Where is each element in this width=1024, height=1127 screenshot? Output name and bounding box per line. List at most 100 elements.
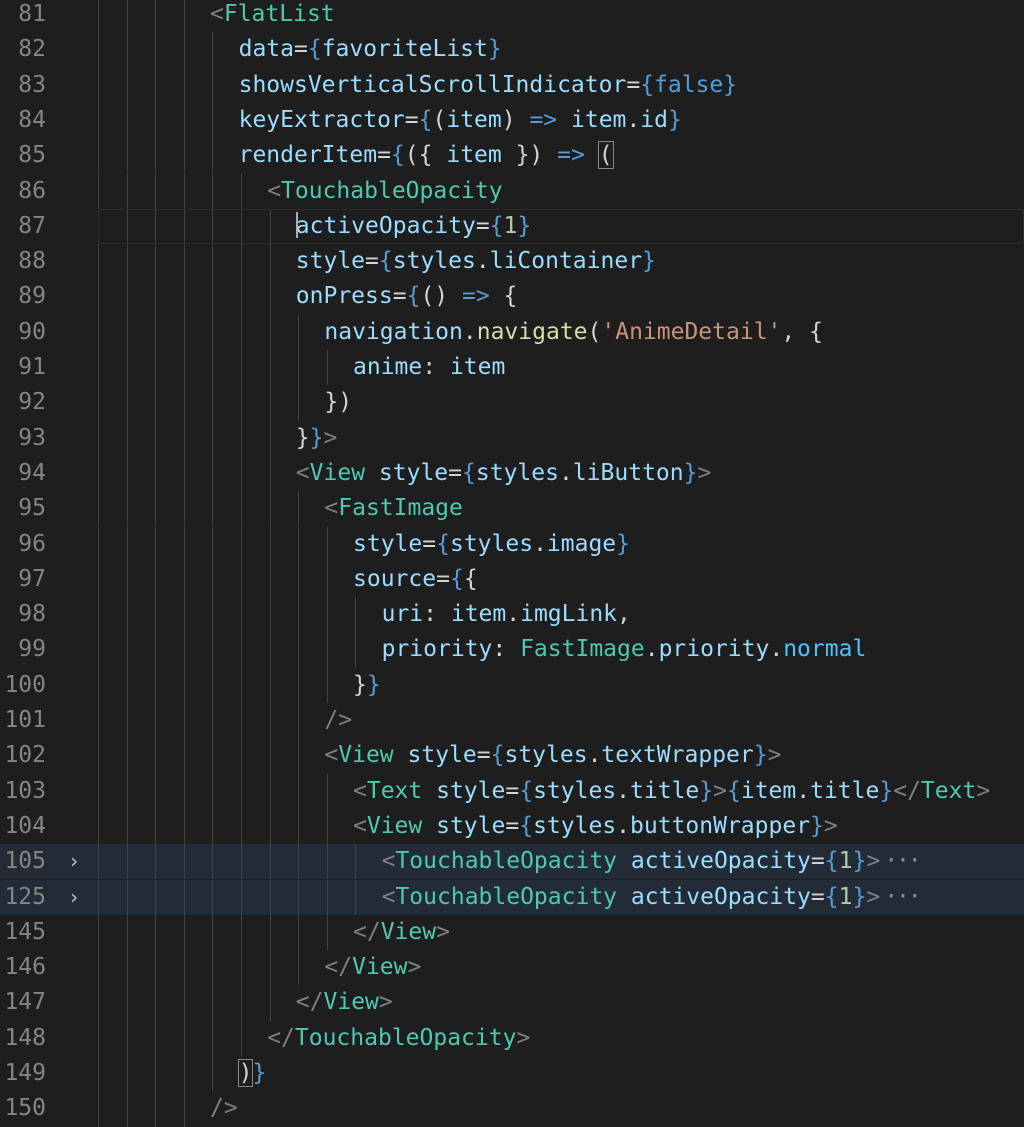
code-token: = — [626, 71, 641, 98]
code-line[interactable]: 150 /> — [0, 1091, 1024, 1127]
code-text: onPress={() => { — [296, 279, 518, 314]
code-text: <FlatList — [210, 0, 335, 32]
indent-guide — [126, 1056, 128, 1092]
code-line[interactable]: 91 anime: item — [0, 350, 1024, 386]
line-number: 92 — [18, 389, 46, 416]
indent-guide — [126, 173, 128, 209]
code-line[interactable]: 102 <View style={styles.textWrapper}> — [0, 738, 1024, 774]
code-line[interactable]: 147 </View> — [0, 985, 1024, 1021]
indent-guide — [98, 950, 99, 986]
code-line[interactable]: 85 renderItem={({ item }) => ( — [0, 138, 1024, 174]
code-text: <View style={styles.buttonWrapper}> — [353, 809, 838, 844]
code-token: { — [307, 36, 322, 63]
indent-guide — [212, 491, 214, 527]
code-line[interactable]: 99 priority: FastImage.priority.normal — [0, 632, 1024, 668]
code-token: < — [353, 812, 367, 839]
indent-guide — [126, 632, 128, 668]
indent-guide — [183, 1091, 185, 1127]
indent-guide — [183, 0, 185, 33]
code-token: /> — [324, 707, 353, 733]
indent-guide — [183, 738, 185, 774]
code-line[interactable]: 101 /> — [0, 703, 1024, 739]
indent-guide — [183, 632, 185, 668]
indent-guide — [212, 703, 214, 739]
code-line[interactable]: 100}} — [0, 667, 1024, 703]
code-line[interactable]: 145 </View> — [0, 914, 1024, 951]
code-token: > — [823, 812, 838, 839]
indent-guide — [155, 102, 157, 139]
code-line[interactable]: 87 activeOpacity={1} — [0, 208, 1024, 245]
code-token: = — [810, 883, 825, 910]
code-line[interactable]: 83 showsVerticalScrollIndicator={false} — [0, 67, 1024, 103]
code-line[interactable]: 149)} — [0, 1056, 1024, 1092]
indent-guide — [183, 138, 185, 174]
code-token: < — [210, 1, 224, 27]
indent-guide — [298, 844, 300, 880]
code-token: { — [418, 106, 433, 133]
code-line[interactable]: 96 style={styles.image} — [0, 526, 1024, 562]
folded-code-ellipsis[interactable]: ··· — [884, 884, 922, 910]
folded-code-ellipsis[interactable]: ··· — [884, 848, 922, 874]
indent-guide — [269, 244, 271, 280]
code-text: </View> — [353, 915, 450, 950]
code-token: = — [475, 212, 490, 239]
code-line[interactable]: 95 <FastImage — [0, 491, 1024, 527]
code-token: . — [626, 106, 641, 133]
code-line[interactable]: 84 keyExtractor={(item) => item.id} — [0, 102, 1024, 139]
code-line[interactable]: 90 navigation.navigate('AnimeDetail', { — [0, 314, 1024, 350]
code-line[interactable]: 148 </TouchableOpacity> — [0, 1020, 1024, 1056]
code-line[interactable]: 82 data={favoriteList} — [0, 32, 1024, 68]
code-line[interactable]: 146 </View> — [0, 950, 1024, 986]
code-token: View — [309, 459, 366, 486]
code-line[interactable]: 81 <FlatList — [0, 0, 1024, 33]
code-text: <TouchableOpacity — [267, 174, 502, 209]
code-token: } — [723, 71, 738, 98]
code-line[interactable]: 98 uri: item.imgLink, — [0, 597, 1024, 633]
code-token: { — [406, 283, 421, 310]
indent-guide — [126, 385, 128, 421]
line-number: 147 — [4, 989, 46, 1016]
code-token: View — [323, 989, 379, 1016]
indent-guide — [126, 1020, 128, 1056]
code-token: </ — [893, 777, 921, 804]
indent-guide — [183, 1056, 185, 1092]
line-number: 82 — [18, 36, 46, 63]
code-text: <FastImage — [324, 491, 462, 526]
code-editor[interactable]: 81 <FlatList 82 data={favoriteList} 83 showsV… — [0, 0, 1024, 1127]
fold-chevron-icon[interactable]: › — [68, 880, 80, 915]
code-token: = — [365, 248, 379, 275]
code-line[interactable]: 104 <View style={styles.buttonWrapper}> — [0, 808, 1024, 845]
line-number: 95 — [18, 495, 46, 522]
indent-guide — [269, 950, 271, 986]
indent-guide — [355, 597, 357, 633]
code-token: { — [489, 212, 504, 239]
code-token: < — [267, 177, 282, 204]
code-token: } — [810, 812, 824, 839]
code-line[interactable]: 92}) — [0, 385, 1024, 421]
indent-guide — [212, 138, 214, 174]
indent-guide — [155, 703, 157, 739]
code-line[interactable]: 105 › <TouchableOpacity activeOpacity={1}>… — [0, 844, 1024, 880]
code-line[interactable]: 94 <View style={styles.liButton}> — [0, 455, 1024, 492]
code-line[interactable]: 88 style={styles.liContainer} — [0, 244, 1024, 280]
code-token: > — [713, 777, 727, 804]
indent-guide — [98, 597, 99, 633]
indent-guide — [98, 667, 99, 703]
code-line[interactable]: 93}}> — [0, 420, 1024, 456]
code-line[interactable]: 89 onPress={() => { — [0, 279, 1024, 315]
code-line[interactable]: 125 › <TouchableOpacity activeOpacity={1}>… — [0, 879, 1024, 915]
fold-chevron-icon[interactable]: › — [68, 844, 80, 879]
code-token: } — [683, 459, 698, 486]
indent-guide — [155, 950, 157, 986]
indent-guide — [298, 632, 300, 668]
code-token: item — [446, 142, 502, 169]
code-token: onPress — [295, 283, 393, 310]
code-line[interactable]: 103 <Text style={styles.title}>{item.titl… — [0, 773, 1024, 809]
code-token: navigation — [324, 318, 463, 345]
indent-guide — [241, 703, 242, 739]
indent-guide — [126, 561, 128, 598]
code-token: } — [879, 777, 894, 804]
code-line[interactable]: 86 <TouchableOpacity — [0, 173, 1024, 209]
code-line[interactable]: 97 source={{ — [0, 561, 1024, 598]
